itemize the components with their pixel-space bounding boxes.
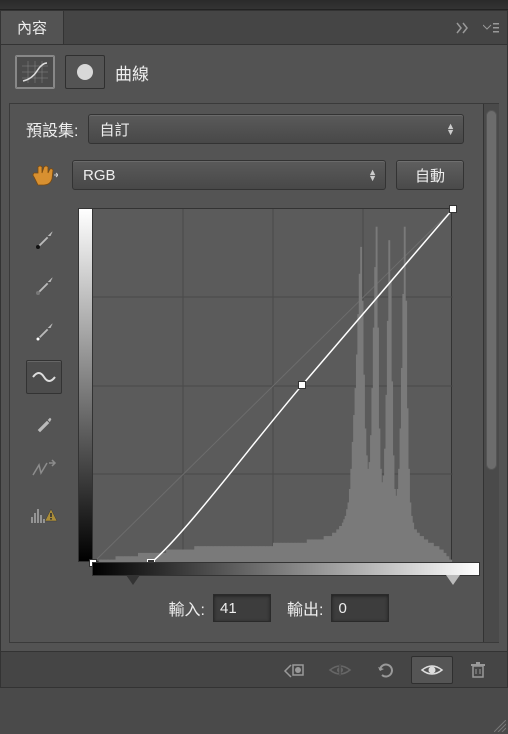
input-label: 輸入: bbox=[169, 596, 205, 620]
panel-footer bbox=[1, 651, 507, 687]
output-value-field[interactable] bbox=[331, 594, 389, 622]
panel-tab-label: 內容 bbox=[17, 17, 47, 38]
curve-point[interactable] bbox=[298, 381, 306, 389]
channel-value: RGB bbox=[83, 167, 116, 184]
curves-adjustment-icon[interactable] bbox=[15, 55, 55, 89]
curve-line[interactable] bbox=[93, 209, 453, 563]
histogram-warning-icon[interactable] bbox=[26, 498, 62, 532]
output-gradient bbox=[79, 209, 93, 561]
draw-curve-tool-icon[interactable] bbox=[26, 406, 62, 440]
black-point-slider[interactable] bbox=[126, 575, 140, 585]
chevron-updown-icon: ▲▼ bbox=[446, 123, 455, 135]
view-previous-state-button[interactable] bbox=[319, 656, 361, 684]
black-point-eyedropper-icon[interactable] bbox=[26, 222, 62, 256]
auto-button[interactable]: 自動 bbox=[396, 160, 464, 190]
scrollbar[interactable] bbox=[483, 104, 499, 642]
auto-label: 自動 bbox=[415, 165, 445, 186]
scrollbar-thumb[interactable] bbox=[486, 110, 497, 470]
input-gradient bbox=[92, 562, 480, 576]
output-label: 輸出: bbox=[287, 596, 323, 620]
curves-graph[interactable] bbox=[78, 208, 452, 562]
clip-to-layer-button[interactable] bbox=[273, 656, 315, 684]
white-point-eyedropper-icon[interactable] bbox=[26, 314, 62, 348]
chevron-updown-icon: ▲▼ bbox=[368, 169, 377, 181]
smooth-curve-icon[interactable] bbox=[26, 452, 62, 486]
preset-value: 自訂 bbox=[99, 119, 129, 140]
panel-tab-content[interactable]: 內容 bbox=[1, 11, 64, 44]
white-point-slider[interactable] bbox=[446, 575, 460, 585]
preset-select[interactable]: 自訂 ▲▼ bbox=[88, 114, 464, 144]
delete-button[interactable] bbox=[457, 656, 499, 684]
collapse-button[interactable] bbox=[451, 16, 475, 40]
adjustment-title: 曲線 bbox=[115, 60, 149, 85]
panel-menu-button[interactable] bbox=[479, 16, 503, 40]
edit-points-tool-icon[interactable] bbox=[26, 360, 62, 394]
gray-point-eyedropper-icon[interactable] bbox=[26, 268, 62, 302]
hand-tool-icon[interactable] bbox=[26, 158, 62, 192]
curve-point[interactable] bbox=[449, 205, 457, 213]
input-value-field[interactable] bbox=[213, 594, 271, 622]
toggle-visibility-button[interactable] bbox=[411, 656, 453, 684]
panel-header: 內容 bbox=[1, 11, 507, 45]
channel-select[interactable]: RGB ▲▼ bbox=[72, 160, 386, 190]
preset-label: 預設集: bbox=[26, 117, 78, 141]
reset-button[interactable] bbox=[365, 656, 407, 684]
layer-mask-icon[interactable] bbox=[65, 55, 105, 89]
resize-grip-icon[interactable] bbox=[494, 720, 506, 732]
